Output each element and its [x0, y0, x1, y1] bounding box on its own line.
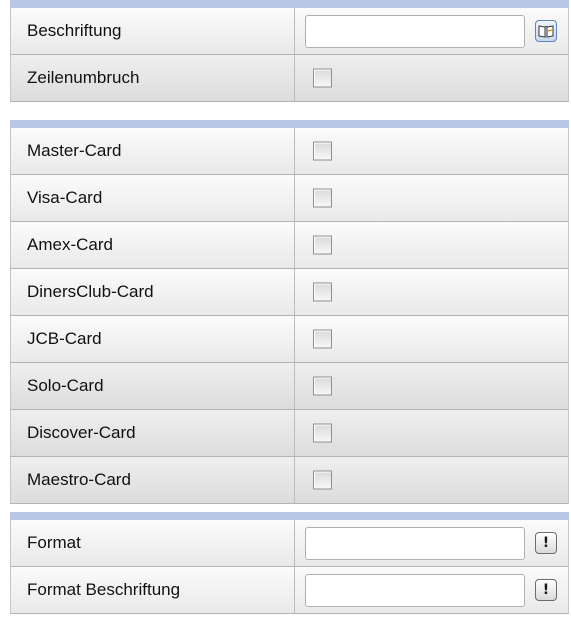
linebreak-checkbox[interactable]	[313, 68, 332, 88]
card-value-cell	[295, 363, 569, 409]
book-icon	[538, 25, 554, 38]
amex-card-checkbox[interactable]	[313, 235, 332, 255]
card-value-cell	[295, 457, 569, 503]
card-label-discover: Discover-Card	[27, 423, 136, 442]
card-value-cell	[295, 269, 569, 315]
maestro-card-checkbox[interactable]	[313, 470, 332, 490]
card-value-cell	[295, 222, 569, 268]
format-caption-label: Format Beschriftung	[27, 580, 181, 599]
solo-card-checkbox[interactable]	[313, 376, 332, 396]
card-row-master: Master-Card	[10, 128, 569, 175]
card-value-cell	[295, 316, 569, 362]
card-label-jcb: JCB-Card	[27, 329, 102, 348]
caption-input[interactable]	[305, 15, 525, 48]
caption-label: Beschriftung	[27, 21, 122, 40]
card-label-cell: DinersClub-Card	[10, 269, 295, 315]
format-label: Format	[27, 533, 81, 552]
caption-book-button[interactable]	[535, 20, 557, 42]
format-caption-row: Format Beschriftung !	[10, 567, 569, 614]
linebreak-label-cell: Zeilenumbruch	[10, 55, 295, 101]
card-label-cell: Master-Card	[10, 128, 295, 174]
format-section: Format ! Format Beschriftung !	[10, 512, 569, 626]
card-label-cell: JCB-Card	[10, 316, 295, 362]
card-label-cell: Visa-Card	[10, 175, 295, 221]
card-label-cell: Discover-Card	[10, 410, 295, 456]
dinersclub-card-checkbox[interactable]	[313, 282, 332, 302]
card-row-visa: Visa-Card	[10, 175, 569, 222]
card-label-maestro: Maestro-Card	[27, 470, 131, 489]
linebreak-label: Zeilenumbruch	[27, 68, 140, 87]
linebreak-row: Zeilenumbruch	[10, 55, 569, 102]
format-caption-input[interactable]	[305, 574, 525, 607]
exclamation-icon: !	[542, 582, 550, 598]
card-row-solo: Solo-Card	[10, 363, 569, 410]
card-label-dinersclub: DinersClub-Card	[27, 282, 154, 301]
card-label-visa: Visa-Card	[27, 188, 103, 207]
discover-card-checkbox[interactable]	[313, 423, 332, 443]
card-label-master: Master-Card	[27, 141, 122, 160]
visa-card-checkbox[interactable]	[313, 188, 332, 208]
master-card-checkbox[interactable]	[313, 141, 332, 161]
card-label-amex: Amex-Card	[27, 235, 113, 254]
general-section: Beschriftung Zeilenumbruch	[10, 0, 569, 128]
card-row-dinersclub: DinersClub-Card	[10, 269, 569, 316]
card-row-discover: Discover-Card	[10, 410, 569, 457]
format-row: Format !	[10, 520, 569, 567]
cards-section: Master-Card Visa-Card Amex-Card DinersCl…	[10, 120, 569, 520]
caption-row: Beschriftung	[10, 8, 569, 55]
card-row-maestro: Maestro-Card	[10, 457, 569, 504]
card-label-cell: Maestro-Card	[10, 457, 295, 503]
properties-panel: Beschriftung Zeilenumbruch Master-Card V…	[0, 0, 569, 626]
exclamation-icon: !	[542, 535, 550, 551]
format-label-cell: Format	[10, 520, 295, 566]
card-label-cell: Amex-Card	[10, 222, 295, 268]
card-value-cell	[295, 128, 569, 174]
format-caption-label-cell: Format Beschriftung	[10, 567, 295, 613]
format-value-cell: !	[295, 520, 569, 566]
caption-value-cell	[295, 8, 569, 54]
card-label-cell: Solo-Card	[10, 363, 295, 409]
linebreak-value-cell	[295, 55, 569, 101]
format-input[interactable]	[305, 527, 525, 560]
format-caption-value-cell: !	[295, 567, 569, 613]
caption-label-cell: Beschriftung	[10, 8, 295, 54]
card-label-solo: Solo-Card	[27, 376, 104, 395]
card-value-cell	[295, 175, 569, 221]
format-caption-alert-button[interactable]: !	[535, 579, 557, 601]
card-row-amex: Amex-Card	[10, 222, 569, 269]
jcb-card-checkbox[interactable]	[313, 329, 332, 349]
card-value-cell	[295, 410, 569, 456]
card-row-jcb: JCB-Card	[10, 316, 569, 363]
format-alert-button[interactable]: !	[535, 532, 557, 554]
